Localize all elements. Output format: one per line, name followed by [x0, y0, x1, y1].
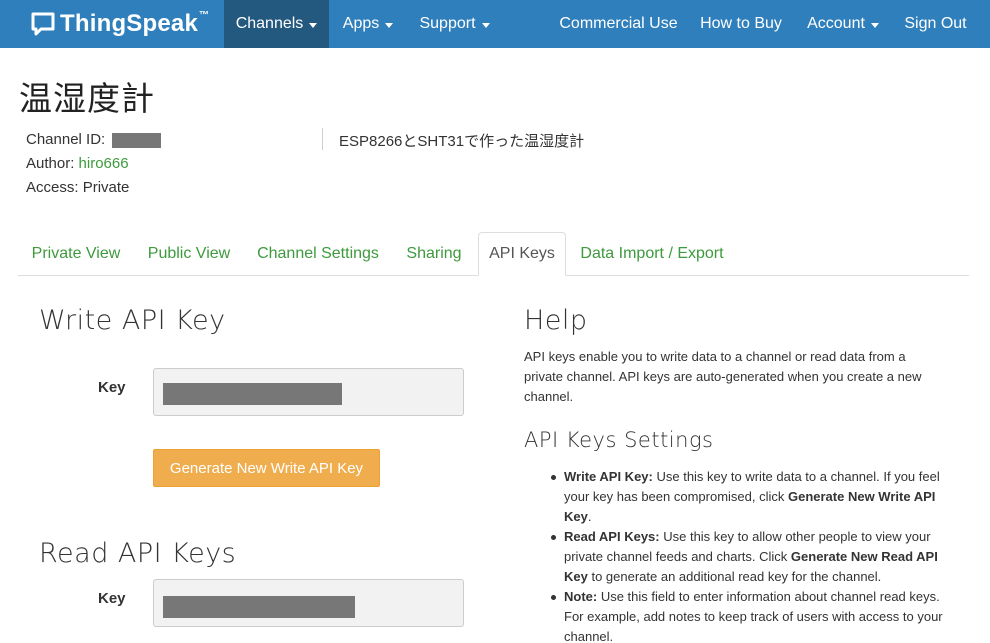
- help-item-read-term: Read API Keys:: [564, 529, 660, 544]
- help-item-write-term: Write API Key:: [564, 469, 653, 484]
- tab-private-view[interactable]: Private View: [24, 232, 128, 276]
- read-api-keys-heading: Read API Keys: [39, 538, 237, 569]
- help-list: Write API Key: Use this key to write dat…: [548, 467, 948, 643]
- channel-title: 温湿度計: [19, 79, 155, 118]
- tab-channel-settings-label: Channel Settings: [257, 245, 379, 262]
- nav-apps[interactable]: Apps: [331, 0, 405, 48]
- nav-how-to-buy[interactable]: How to Buy: [689, 0, 793, 48]
- tab-api-keys[interactable]: API Keys: [478, 232, 566, 276]
- top-navbar: ThingSpeak ™ Channels Apps Support Comme…: [0, 0, 990, 48]
- access-value: Private: [82, 179, 130, 196]
- write-key-redacted: [163, 383, 342, 405]
- help-item-write-end: .: [587, 509, 592, 524]
- write-key-label: Key: [98, 379, 126, 396]
- info-divider: [322, 128, 323, 150]
- help-item-note-text: Use this field to enter information abou…: [564, 589, 943, 643]
- nav-channels[interactable]: Channels: [224, 0, 329, 48]
- brand-name: ThingSpeak: [60, 10, 199, 37]
- write-key-field[interactable]: [153, 368, 464, 416]
- read-key-redacted: [163, 596, 355, 618]
- access-label: Access:: [26, 179, 79, 196]
- tab-public-view-label: Public View: [147, 245, 231, 262]
- tab-channel-settings[interactable]: Channel Settings: [250, 232, 386, 276]
- help-item-write: Write API Key: Use this key to write dat…: [548, 467, 948, 527]
- caret-down-icon: [309, 22, 318, 28]
- write-api-key-heading: Write API Key: [39, 305, 226, 336]
- tab-sharing[interactable]: Sharing: [396, 232, 472, 276]
- nav-apps-label: Apps: [342, 15, 380, 32]
- help-item-read-end: to generate an additional read key for t…: [587, 569, 882, 584]
- nav-support[interactable]: Support: [407, 0, 502, 48]
- nav-support-label: Support: [419, 15, 476, 32]
- speech-bubble-icon: [30, 11, 56, 37]
- generate-write-key-button[interactable]: Generate New Write API Key: [153, 449, 380, 487]
- nav-account-label: Account: [807, 15, 865, 32]
- nav-sign-out[interactable]: Sign Out: [893, 0, 978, 48]
- api-keys-settings-heading: API Keys Settings: [524, 428, 714, 452]
- tab-public-view[interactable]: Public View: [138, 232, 240, 276]
- channel-id-row: Channel ID:: [26, 131, 162, 148]
- author-row: Author: hiro666: [26, 155, 129, 172]
- author-link[interactable]: hiro666: [79, 155, 129, 172]
- help-item-note-term: Note:: [564, 589, 598, 604]
- help-item-note: Note: Use this field to enter informatio…: [548, 587, 948, 643]
- brand-trademark: ™: [199, 9, 210, 21]
- author-label: Author:: [26, 155, 75, 172]
- nav-sign-out-label: Sign Out: [904, 15, 967, 32]
- channel-description: ESP8266とSHT31で作った温湿度計: [339, 133, 585, 150]
- access-row: Access: Private: [26, 179, 129, 196]
- tab-data-import-export[interactable]: Data Import / Export: [574, 232, 730, 276]
- tab-private-view-label: Private View: [31, 245, 121, 262]
- nav-channels-label: Channels: [235, 15, 304, 32]
- help-heading: Help: [524, 305, 588, 336]
- thingspeak-logo[interactable]: ThingSpeak ™: [30, 0, 209, 48]
- help-item-read: Read API Keys: Use this key to allow oth…: [548, 527, 948, 587]
- channel-id-redacted: [112, 132, 162, 148]
- nav-commercial-use-label: Commercial Use: [559, 15, 678, 32]
- read-key-label: Key: [98, 590, 126, 607]
- help-intro: API keys enable you to write data to a c…: [524, 349, 922, 404]
- tab-api-keys-label: API Keys: [489, 245, 555, 262]
- caret-down-icon: [481, 22, 490, 28]
- tab-data-import-export-label: Data Import / Export: [580, 245, 724, 262]
- nav-commercial-use[interactable]: Commercial Use: [552, 0, 685, 48]
- read-key-field[interactable]: [153, 579, 464, 627]
- nav-how-to-buy-label: How to Buy: [700, 15, 782, 32]
- generate-write-key-label: Generate New Write API Key: [169, 459, 364, 477]
- channel-id-label: Channel ID:: [26, 131, 106, 148]
- caret-down-icon: [385, 22, 394, 28]
- tab-sharing-label: Sharing: [406, 245, 462, 262]
- nav-account[interactable]: Account: [797, 0, 889, 48]
- caret-down-icon: [870, 22, 879, 28]
